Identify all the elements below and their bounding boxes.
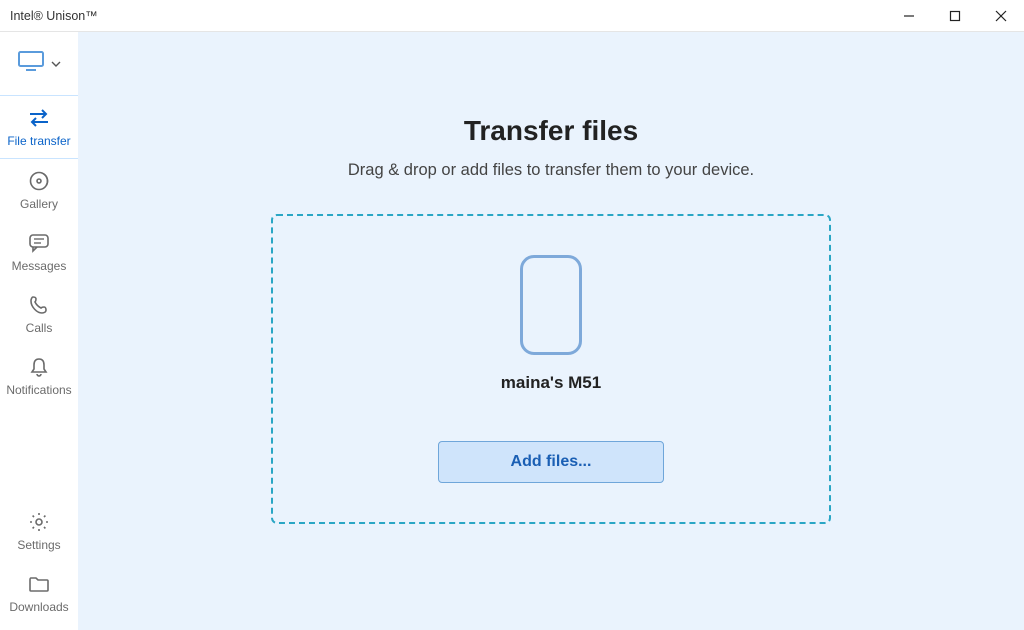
device-name-label: maina's M51 — [501, 373, 601, 393]
file-dropzone[interactable]: maina's M51 Add files... — [271, 214, 831, 524]
sidebar-item-label: Settings — [17, 538, 60, 552]
minimize-icon — [903, 10, 915, 22]
sidebar-item-label: Messages — [12, 259, 67, 273]
window-controls — [886, 0, 1024, 31]
messages-icon — [27, 231, 51, 255]
bell-icon — [27, 355, 51, 379]
sidebar-item-label: File transfer — [7, 134, 70, 148]
maximize-button[interactable] — [932, 0, 978, 31]
maximize-icon — [949, 10, 961, 22]
sidebar-item-gallery[interactable]: Gallery — [0, 159, 78, 221]
titlebar: Intel® Unison™ — [0, 0, 1024, 32]
transfer-icon — [27, 106, 51, 130]
app-body: File transfer Gallery Messages Calls — [0, 32, 1024, 630]
sidebar-item-label: Gallery — [20, 197, 58, 211]
phone-icon — [27, 293, 51, 317]
sidebar-item-notifications[interactable]: Notifications — [0, 345, 78, 407]
content-area: Transfer files Drag & drop or add files … — [78, 32, 1024, 630]
page-subtitle: Drag & drop or add files to transfer the… — [114, 161, 988, 180]
sidebar-item-calls[interactable]: Calls — [0, 283, 78, 345]
sidebar-item-messages[interactable]: Messages — [0, 221, 78, 283]
window-title: Intel® Unison™ — [10, 9, 886, 23]
sidebar-item-file-transfer[interactable]: File transfer — [0, 95, 78, 159]
sidebar-item-label: Notifications — [6, 383, 71, 397]
page-title: Transfer files — [114, 115, 988, 147]
sidebar-item-label: Calls — [26, 321, 53, 335]
close-button[interactable] — [978, 0, 1024, 31]
monitor-icon — [17, 50, 45, 77]
folder-icon — [27, 572, 51, 596]
minimize-button[interactable] — [886, 0, 932, 31]
close-icon — [995, 10, 1007, 22]
sidebar-item-label: Downloads — [9, 600, 68, 614]
add-files-label: Add files... — [511, 453, 592, 471]
chevron-down-icon — [51, 55, 61, 73]
device-selector[interactable] — [13, 44, 65, 89]
phone-icon — [520, 255, 582, 355]
nav-list: File transfer Gallery Messages Calls — [0, 95, 78, 407]
gallery-icon — [27, 169, 51, 193]
sidebar-item-settings[interactable]: Settings — [0, 500, 78, 562]
add-files-button[interactable]: Add files... — [438, 441, 664, 483]
gear-icon — [27, 510, 51, 534]
sidebar: File transfer Gallery Messages Calls — [0, 32, 78, 630]
sidebar-item-downloads[interactable]: Downloads — [0, 562, 78, 630]
